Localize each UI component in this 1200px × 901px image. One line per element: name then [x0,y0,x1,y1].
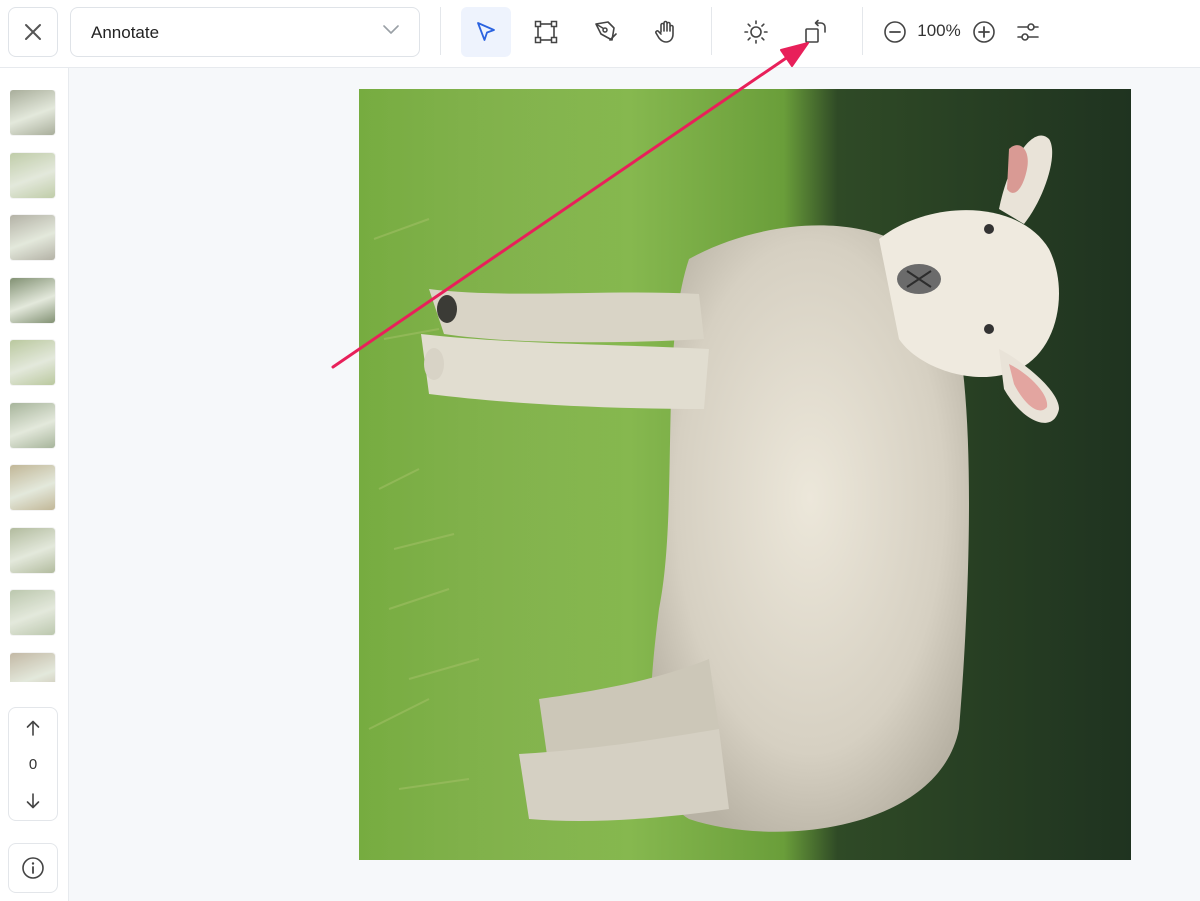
zoom-out-button[interactable] [871,7,919,57]
thumbnail-2[interactable] [10,152,55,198]
thumbnail-5[interactable] [10,340,55,385]
pen-nib-icon [595,21,617,41]
thumbnail-list [10,90,56,682]
thumbnail-3[interactable] [10,215,55,260]
annotation-canvas-image[interactable] [359,89,1131,860]
lamb-photo [359,89,1131,860]
bounding-box-tool[interactable] [521,7,571,57]
thumbnail-10[interactable] [10,652,55,682]
zoom-in-icon [973,21,995,43]
toolbar: Annotate 100% [0,0,1200,68]
brightness-tool[interactable] [731,7,781,57]
sun-icon [744,20,768,44]
mode-select[interactable]: Annotate [70,7,420,57]
chevron-down-icon [383,25,399,34]
mode-select-value: Annotate [91,23,160,42]
close-button[interactable] [8,7,58,57]
thumbnail-8[interactable] [10,527,55,573]
bounding-box-icon [534,20,558,44]
pan-tool[interactable] [641,7,691,57]
zoom-out-icon [884,21,906,43]
rotate-icon [805,19,826,43]
rotate-tool[interactable] [791,7,841,57]
thumbnail-9[interactable] [10,590,55,635]
annotation-count: 0 [28,756,38,773]
toolbar-divider [440,7,441,55]
info-icon [22,857,44,879]
toolbar-divider [862,7,863,55]
cursor-arrow-icon [477,22,495,41]
arrow-up-icon [26,720,40,736]
zoom-in-button[interactable] [960,7,1008,57]
adjustments-button[interactable] [1003,7,1053,57]
toolbar-divider [711,7,712,55]
thumbnail-4[interactable] [10,277,55,323]
previous-button[interactable] [21,716,45,740]
zoom-level: 100% [917,21,961,40]
thumbnail-1[interactable] [10,90,55,135]
thumbnail-7[interactable] [10,465,55,510]
thumbnail-sidebar: 0 [0,68,69,901]
arrow-down-icon [26,793,40,809]
pager: 0 [8,707,58,821]
thumbnail-6[interactable] [10,402,55,448]
hand-icon [655,20,674,43]
select-tool[interactable] [461,7,511,57]
sliders-icon [1017,23,1039,41]
next-button[interactable] [21,789,45,813]
close-icon [25,24,41,40]
info-button[interactable] [8,843,58,893]
pen-tool[interactable] [581,7,631,57]
